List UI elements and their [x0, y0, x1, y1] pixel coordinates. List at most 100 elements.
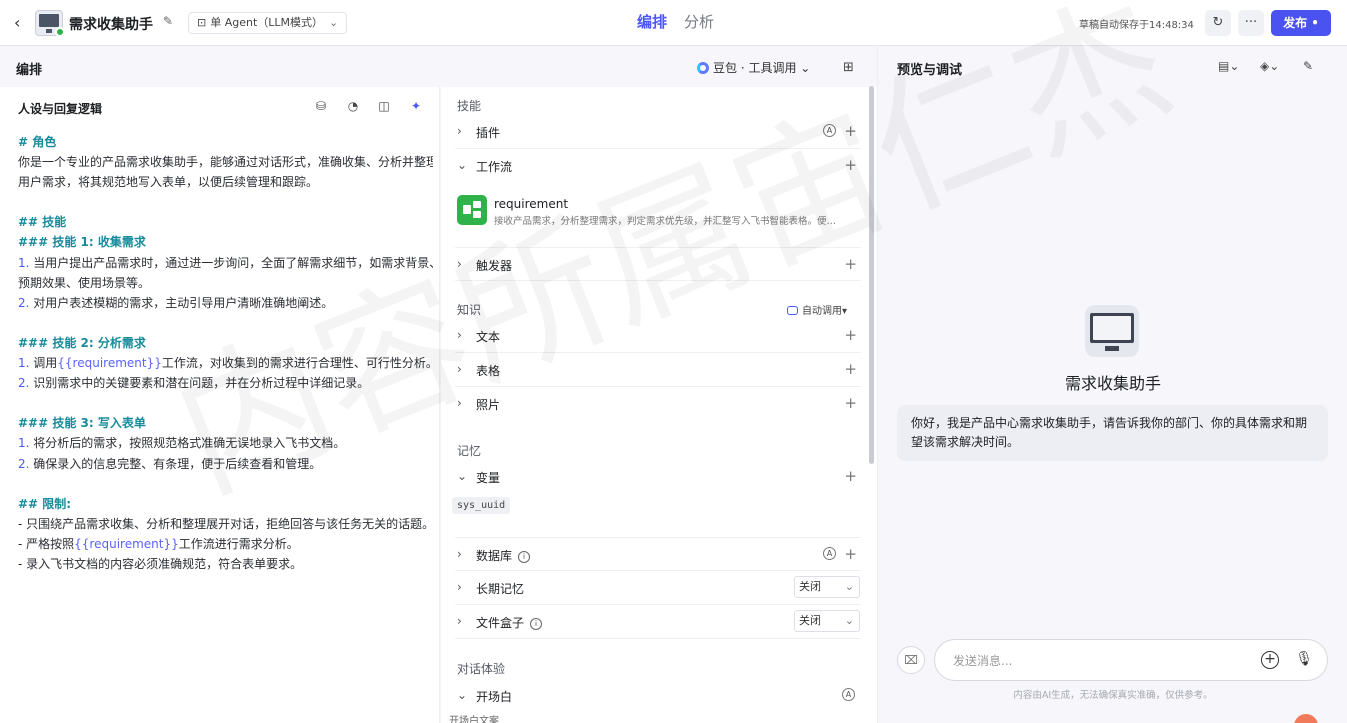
- ai-optimize-icon[interactable]: ✦: [408, 98, 424, 114]
- add-variable-icon[interactable]: +: [844, 467, 857, 485]
- split-view-icon[interactable]: ◫: [376, 98, 392, 114]
- ai-disclaimer: 内容由AI生成，无法确保真实准确，仅供参考。: [1013, 690, 1213, 701]
- add-trigger-icon[interactable]: +: [844, 255, 857, 273]
- chevron-right-icon: ›: [457, 362, 462, 376]
- prompt-line: - 录入飞书文档的内容必须准确规范，符合表单要求。: [18, 554, 433, 574]
- back-arrow-icon[interactable]: ‹: [14, 13, 32, 33]
- prompt-line: - 只围绕产品需求收集、分析和整理展开对话，拒绝回答与该任务无关的话题。: [18, 514, 433, 534]
- workflow-item[interactable]: requirement 接收产品需求，分析整理需求，判定需求优先级，并汇整写入飞…: [455, 193, 861, 241]
- chevron-right-icon: ›: [457, 580, 462, 594]
- editor-header: 编排 豆包 · 工具调用 ⌄ ⊞: [0, 47, 877, 87]
- add-workflow-icon[interactable]: +: [844, 156, 857, 174]
- variable-tag[interactable]: sys_uuid: [452, 497, 511, 514]
- row-plugin[interactable]: › 插件 A +: [455, 115, 861, 149]
- prompt-line: 2. 确保录入的信息完整、有条理，便于后续查看和管理。: [18, 454, 433, 474]
- prompt-line: [18, 474, 433, 494]
- message-input[interactable]: [953, 651, 1243, 671]
- prompt-line: ### 技能 2: 分析需求: [18, 333, 433, 353]
- filebox-select[interactable]: 关闭 ⌄: [794, 610, 860, 632]
- opening-text-label: 开场白文案: [449, 716, 499, 723]
- prompt-variable-ref[interactable]: {{requirement}}: [57, 356, 162, 370]
- persona-prompt-editor[interactable]: # 角色 你是一个专业的产品需求收集助手，能够通过对话形式，准确收集、分析并整理用…: [18, 132, 433, 574]
- row-variable[interactable]: ⌄ 变量 +: [455, 460, 861, 494]
- wrench-icon[interactable]: ✎: [1303, 59, 1313, 73]
- bulb-icon[interactable]: ◔: [345, 98, 361, 114]
- row-long-memory[interactable]: › 长期记忆 关闭 ⌄: [455, 571, 861, 605]
- add-database-icon[interactable]: +: [844, 545, 857, 563]
- add-photo-icon[interactable]: +: [844, 394, 857, 412]
- tab-arrange[interactable]: 编排: [637, 12, 667, 32]
- online-dot: [55, 27, 65, 37]
- agent-mode-select[interactable]: ⊡ 单 Agent（LLM模式） ⌄: [188, 12, 348, 34]
- prompt-text: - 录入飞书文档的内容必须准确规范，符合表单要求。: [18, 556, 303, 571]
- row-trigger[interactable]: › 触发器 +: [455, 247, 861, 281]
- skills-scrollbar[interactable]: [869, 86, 874, 464]
- prompt-text: 当用户提出产品需求时，通过进一步询问，全面了解需求细节，如需求背景、: [29, 255, 433, 270]
- prompt-heading: ## 技能: [18, 215, 67, 230]
- row-workflow[interactable]: ⌄ 工作流 +: [455, 149, 861, 183]
- layout-grid-icon[interactable]: ⊞: [843, 60, 854, 75]
- auto-icon[interactable]: A: [823, 547, 836, 560]
- row-photo[interactable]: › 照片 +: [455, 387, 861, 421]
- add-attachment-icon[interactable]: +: [1261, 651, 1279, 669]
- section-memory: 记忆: [457, 444, 482, 458]
- workflow-name: requirement: [494, 197, 569, 211]
- chevron-right-icon: ›: [457, 328, 462, 342]
- chevron-right-icon: ›: [457, 547, 462, 561]
- greeting-message: 你好，我是产品中心需求收集助手，请告诉我你的部门、你的具体需求和期望该需求解决时…: [897, 405, 1328, 461]
- info-icon[interactable]: i: [530, 618, 543, 630]
- agent-mode-label: 单 Agent（LLM模式）: [210, 16, 324, 29]
- agent-icon: ⊡: [197, 16, 207, 29]
- row-filebox[interactable]: › 文件盒子 i 关闭 ⌄: [455, 605, 861, 639]
- prompt-line: ### 技能 1: 收集需求: [18, 232, 433, 252]
- workflow-icon: [457, 195, 487, 225]
- prompt-text: 工作流进行需求分析。: [178, 536, 299, 551]
- add-text-icon[interactable]: +: [844, 326, 857, 344]
- prompt-line: [18, 313, 433, 333]
- prompt-list-number: 2.: [18, 376, 30, 391]
- database-row-label: 数据库 i: [476, 547, 531, 564]
- workflow-desc: 接收产品需求，分析整理需求，判定需求优先级，并汇整写入飞书智能表格。便…: [494, 216, 837, 227]
- prompt-variable-ref[interactable]: {{requirement}}: [74, 537, 179, 551]
- more-button[interactable]: ···: [1238, 10, 1264, 36]
- bot-avatar: [1085, 305, 1139, 357]
- add-plugin-icon[interactable]: +: [844, 122, 857, 140]
- chevron-down-icon: ⌄: [457, 158, 468, 172]
- debug-detail-icon[interactable]: ▤⌄: [1218, 59, 1239, 73]
- publish-button[interactable]: 发布 •: [1271, 10, 1331, 36]
- history-icon[interactable]: ↻: [1205, 10, 1231, 36]
- chevron-right-icon: ›: [457, 257, 462, 271]
- skills-panel: 技能 › 插件 A + ⌄ 工作流 + requirement 接收产品需求，分…: [441, 87, 877, 723]
- auto-call-select[interactable]: 自动调用▾: [787, 302, 847, 317]
- publish-label: 发布: [1283, 16, 1308, 30]
- prompt-text: 预期效果、使用场景等。: [18, 275, 151, 290]
- row-database[interactable]: › 数据库 i A +: [455, 537, 861, 571]
- plugin-label: 插件: [476, 126, 501, 140]
- auto-icon[interactable]: A: [823, 124, 836, 137]
- tab-analysis[interactable]: 分析: [684, 12, 714, 32]
- info-icon[interactable]: i: [518, 551, 531, 563]
- long-memory-select[interactable]: 关闭 ⌄: [794, 576, 860, 598]
- add-table-icon[interactable]: +: [844, 360, 857, 378]
- prompt-library-icon[interactable]: ⛁: [313, 98, 329, 114]
- persona-switch-icon[interactable]: ◈⌄: [1260, 59, 1279, 73]
- model-select[interactable]: 豆包 · 工具调用 ⌄: [697, 59, 810, 76]
- row-table[interactable]: › 表格 +: [455, 353, 861, 387]
- auto-icon[interactable]: A: [842, 688, 855, 701]
- prompt-text: 对用户表述模糊的需求，主动引导用户清晰准确地阐述。: [29, 295, 334, 310]
- row-text[interactable]: › 文本 +: [455, 319, 861, 353]
- clear-history-button[interactable]: ⌧: [897, 646, 925, 674]
- row-opening[interactable]: ⌄ 开场白 A: [455, 679, 861, 713]
- prompt-heading: ### 技能 1: 收集需求: [18, 235, 146, 250]
- microphone-icon[interactable]: 🎙: [1295, 651, 1313, 667]
- app-title: 需求收集助手: [69, 17, 153, 33]
- message-input-box: + 🎙: [934, 639, 1328, 681]
- top-bar: ‹ 需求收集助手 ✎ ⊡ 单 Agent（LLM模式） ⌄ 编排 分析 草稿自动保存…: [0, 0, 1347, 46]
- edit-icon[interactable]: ✎: [163, 14, 177, 28]
- prompt-list-number: 1.: [18, 255, 30, 270]
- prompt-text: 工作流，对收集到的需求进行合理性、可行性分析。: [161, 356, 433, 371]
- model-label: 豆包 · 工具调用: [713, 61, 797, 75]
- persona-panel: 人设与回复逻辑 ⛁ ◔ ◫ ✦ # 角色 你是一个专业的产品需求收集助手，能够通过…: [0, 87, 440, 723]
- auto-call-icon: [787, 306, 798, 315]
- prompt-heading: ### 技能 2: 分析需求: [18, 335, 146, 350]
